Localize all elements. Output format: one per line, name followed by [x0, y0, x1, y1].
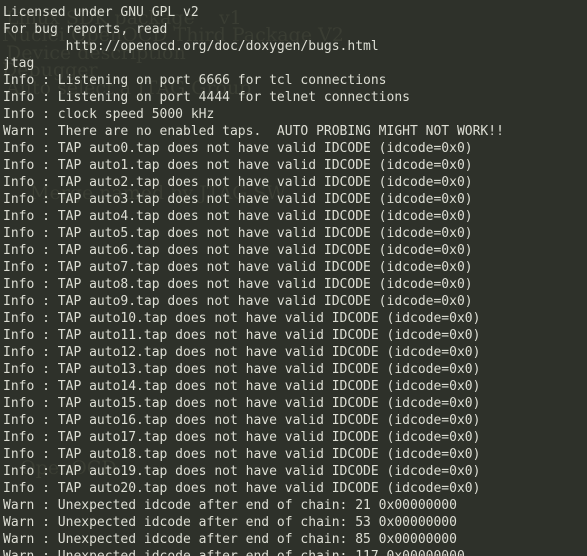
console-line: Info : TAP auto4.tap does not have valid… [3, 209, 473, 224]
console-line: Info : TAP auto14.tap does not have vali… [3, 379, 481, 394]
console-line: Info : TAP auto20.tap does not have vali… [3, 481, 481, 496]
console-line: Info : TAP auto5.tap does not have valid… [3, 226, 473, 241]
console-line: Info : TAP auto18.tap does not have vali… [3, 447, 481, 462]
console-line: Info : TAP auto8.tap does not have valid… [3, 277, 473, 292]
console-line: Info : TAP auto10.tap does not have vali… [3, 311, 481, 326]
console-line: Warn : Unexpected idcode after end of ch… [3, 548, 587, 556]
console-line: Warn : Unexpected idcode after end of ch… [3, 515, 457, 530]
console-line: Info : clock speed 5000 kHz [3, 107, 215, 122]
console-line: Info : TAP auto15.tap does not have vali… [3, 396, 481, 411]
console-line: Info : TAP auto0.tap does not have valid… [3, 141, 473, 156]
terminal-window[interactable]: Linux SDK package v1 Nuclei OpenOCD Third… [0, 0, 587, 556]
console-line: jtag [3, 56, 35, 71]
console-line: Info : TAP auto6.tap does not have valid… [3, 243, 473, 258]
console-line: Warn : There are no enabled taps. AUTO P… [3, 124, 504, 139]
console-line: Info : Listening on port 6666 for tcl co… [3, 73, 387, 88]
console-line: Licensed under GNU GPL v2 [3, 5, 199, 20]
console-output: Licensed under GNU GPL v2 For bug reports… [0, 0, 587, 556]
console-line: Info : TAP auto7.tap does not have valid… [3, 260, 473, 275]
console-line: http://openocd.org/doc/doxygen/bugs.html [3, 39, 379, 54]
console-line: Warn : Unexpected idcode after end of ch… [3, 498, 457, 513]
console-line: Info : TAP auto17.tap does not have vali… [3, 430, 481, 445]
console-line: Info : TAP auto2.tap does not have valid… [3, 175, 473, 190]
console-line: Info : Listening on port 4444 for telnet… [3, 90, 410, 105]
console-line: Warn : Unexpected idcode after end of ch… [3, 532, 457, 547]
console-line: Info : TAP auto1.tap does not have valid… [3, 158, 473, 173]
console-line: Info : TAP auto16.tap does not have vali… [3, 413, 481, 428]
console-line: For bug reports, read [3, 22, 168, 37]
console-line: Info : TAP auto19.tap does not have vali… [3, 464, 481, 479]
console-line: Info : TAP auto12.tap does not have vali… [3, 345, 481, 360]
console-line: Info : TAP auto11.tap does not have vali… [3, 328, 481, 343]
console-line: Info : TAP auto3.tap does not have valid… [3, 192, 473, 207]
console-line: Info : TAP auto9.tap does not have valid… [3, 294, 473, 309]
console-line: Info : TAP auto13.tap does not have vali… [3, 362, 481, 377]
